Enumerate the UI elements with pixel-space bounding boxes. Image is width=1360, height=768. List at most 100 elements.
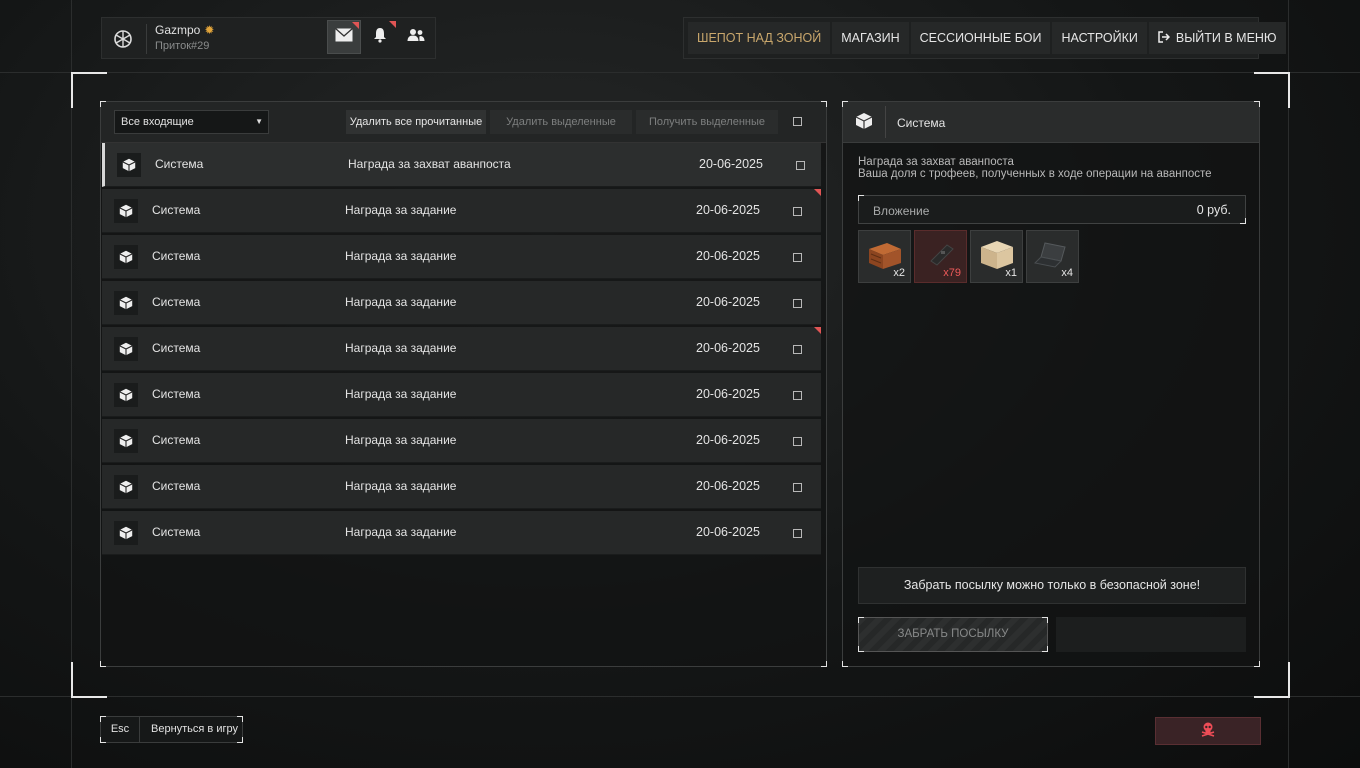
button-corner	[1042, 646, 1048, 652]
mail-row[interactable]: Система Награда за захват аванпоста 20-06-…	[102, 143, 821, 187]
panel-corner	[842, 661, 848, 667]
frame-line	[0, 696, 1360, 697]
detail-subject: Награда за захват аванпоста	[858, 156, 1014, 168]
inbox-toolbar: Все входящие ▼ Удалить все прочитанные У…	[101, 102, 826, 143]
parcel-icon	[114, 199, 138, 223]
nav-exit-menu[interactable]: ВЫЙТИ В МЕНЮ	[1148, 22, 1286, 54]
panel-corner	[1254, 661, 1260, 667]
badge-icon: ✹	[204, 23, 215, 37]
safe-zone-notice: Забрать посылку можно только в безопасно…	[858, 567, 1246, 604]
row-checkbox[interactable]	[796, 161, 805, 170]
item-qty: x4	[1061, 267, 1073, 279]
bell-icon	[373, 27, 387, 47]
secondary-action-slot	[1056, 617, 1246, 652]
nav-shop[interactable]: МАГАЗИН	[832, 22, 909, 54]
friends-button[interactable]	[399, 20, 433, 54]
mail-subject: Награда за задание	[345, 525, 457, 539]
delete-read-button[interactable]: Удалить все прочитанные	[346, 110, 486, 134]
row-checkbox[interactable]	[793, 345, 802, 354]
mail-row[interactable]: Система Награда за задание 20-06-2025	[102, 327, 821, 371]
mail-sender: Система	[152, 249, 201, 263]
select-all-checkbox[interactable]	[793, 117, 802, 126]
frame-corner	[1254, 662, 1290, 698]
mail-icon	[335, 28, 353, 46]
player-rank: Приток#29	[155, 40, 210, 52]
parcel-icon	[114, 383, 138, 407]
claim-parcel-button[interactable]: ЗАБРАТЬ ПОСЫЛКУ	[858, 617, 1048, 652]
mail-sender: Система	[152, 295, 201, 309]
mail-sender: Система	[152, 525, 201, 539]
filter-value: Все входящие	[121, 116, 194, 128]
inbox-panel: Все входящие ▼ Удалить все прочитанные У…	[100, 101, 827, 667]
row-checkbox[interactable]	[793, 483, 802, 492]
friends-icon	[407, 28, 425, 46]
mail-row[interactable]: Система Награда за задание 20-06-2025	[102, 281, 821, 325]
item-slot-magazine[interactable]: x79	[914, 230, 967, 283]
parcel-icon	[855, 112, 873, 135]
filter-dropdown[interactable]: Все входящие ▼	[114, 110, 269, 134]
mail-subject: Награда за задание	[345, 203, 457, 217]
row-checkbox[interactable]	[793, 529, 802, 538]
mail-date: 20-06-2025	[696, 525, 760, 539]
attachment-box: Вложение 0 руб.	[858, 195, 1246, 224]
mail-subject: Награда за задание	[345, 387, 457, 401]
divider	[885, 106, 886, 138]
row-checkbox[interactable]	[793, 207, 802, 216]
box-corner	[858, 195, 864, 201]
player-name-text: Gazmpo	[155, 23, 201, 37]
mail-sender: Система	[152, 341, 201, 355]
message-detail-panel: Система Награда за захват аванпоста Ваша…	[842, 101, 1260, 667]
receive-selected-button[interactable]: Получить выделенные	[636, 110, 778, 134]
back-label: Вернуться в игру	[151, 723, 238, 735]
nav-session-battles[interactable]: СЕССИОННЫЕ БОИ	[910, 22, 1051, 54]
mail-sender: Система	[152, 433, 201, 447]
parcel-icon	[117, 153, 141, 177]
parcel-icon	[114, 291, 138, 315]
unread-indicator	[352, 22, 359, 29]
mail-date: 20-06-2025	[696, 249, 760, 263]
item-slot-laptop[interactable]: x4	[1026, 230, 1079, 283]
parcel-icon	[114, 475, 138, 499]
mail-row[interactable]: Система Награда за задание 20-06-2025	[102, 465, 821, 509]
mail-subject: Награда за захват аванпоста	[348, 157, 511, 171]
mail-row[interactable]: Система Награда за задание 20-06-2025	[102, 373, 821, 417]
parcel-icon	[114, 521, 138, 545]
mail-date: 20-06-2025	[696, 295, 760, 309]
row-checkbox[interactable]	[793, 253, 802, 262]
mail-row[interactable]: Система Награда за задание 20-06-2025	[102, 235, 821, 279]
skull-icon	[1200, 721, 1216, 741]
notifications-button[interactable]	[363, 20, 397, 54]
mail-sender: Система	[152, 203, 201, 217]
mail-subject: Награда за задание	[345, 295, 457, 309]
attachment-label: Вложение	[873, 204, 930, 218]
row-checkbox[interactable]	[793, 299, 802, 308]
mail-row[interactable]: Система Награда за задание 20-06-2025	[102, 419, 821, 463]
nav-whisper[interactable]: ШЕПОТ НАД ЗОНОЙ	[688, 22, 831, 54]
mail-sender: Система	[155, 157, 204, 171]
mail-date: 20-06-2025	[696, 479, 760, 493]
row-checkbox[interactable]	[793, 391, 802, 400]
back-to-game-button[interactable]: Esc Вернуться в игру	[100, 716, 243, 743]
mail-subject: Награда за задание	[345, 479, 457, 493]
chevron-down-icon: ▼	[255, 117, 263, 126]
nav-settings[interactable]: НАСТРОЙКИ	[1052, 22, 1147, 54]
mail-sender: Система	[152, 387, 201, 401]
item-qty: x1	[1005, 267, 1017, 279]
item-slot-box[interactable]: x1	[970, 230, 1023, 283]
mail-button[interactable]	[327, 20, 361, 54]
item-slot-crate[interactable]: x2	[858, 230, 911, 283]
mail-subject: Награда за задание	[345, 249, 457, 263]
divider	[146, 24, 147, 54]
danger-button[interactable]	[1155, 717, 1261, 745]
emblem-icon[interactable]	[108, 24, 138, 54]
mail-date: 20-06-2025	[696, 203, 760, 217]
mail-row[interactable]: Система Награда за задание 20-06-2025	[102, 189, 821, 233]
unread-indicator	[814, 189, 821, 196]
exit-icon	[1158, 30, 1170, 46]
row-checkbox[interactable]	[793, 437, 802, 446]
delete-selected-button[interactable]: Удалить выделенные	[490, 110, 632, 134]
mail-row[interactable]: Система Награда за задание 20-06-2025	[102, 511, 821, 555]
nav-exit-label: ВЫЙТИ В МЕНЮ	[1175, 31, 1277, 45]
player-name: Gazmpo ✹	[155, 23, 214, 37]
unread-indicator	[389, 21, 396, 28]
